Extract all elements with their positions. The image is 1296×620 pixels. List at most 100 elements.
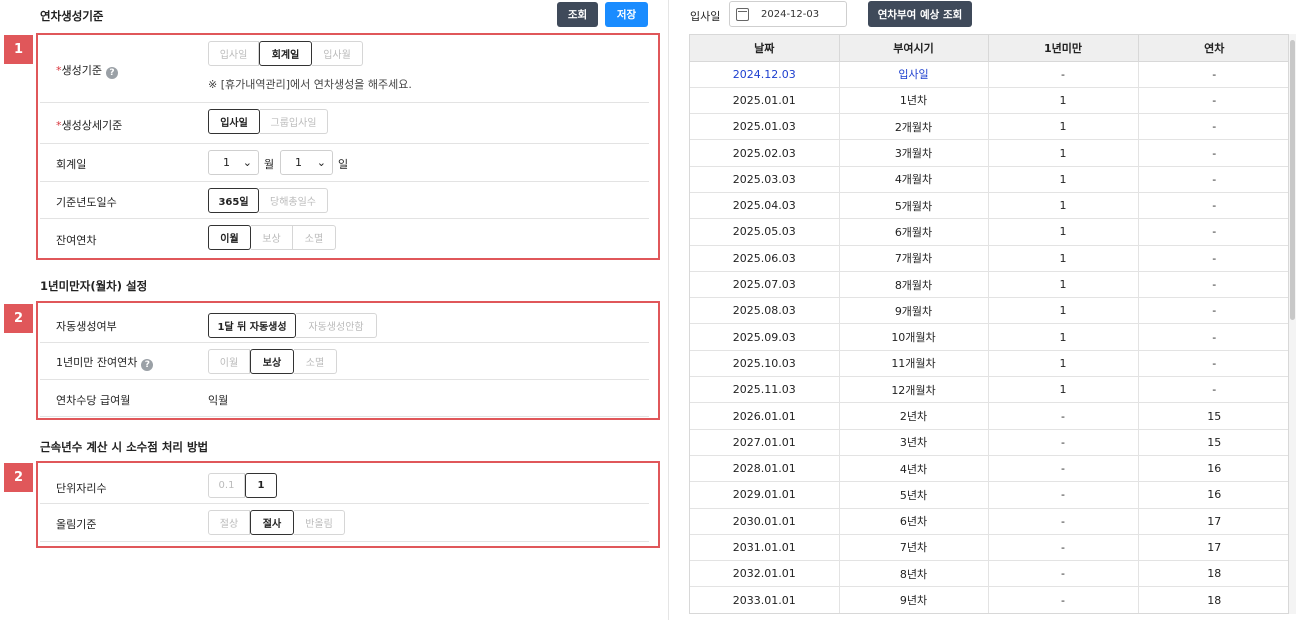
remaining-option-expire[interactable]: 소멸 xyxy=(293,225,336,250)
under-year-cell: - xyxy=(988,402,1139,430)
column-header-under-year[interactable]: 1년미만 xyxy=(988,35,1139,62)
table-row: 2028.01.01 4년차 -16 xyxy=(690,455,1288,483)
column-header-annual-leave[interactable]: 연차 xyxy=(1138,35,1288,62)
predict-leave-button[interactable]: 연차부여 예상 조회 xyxy=(868,1,972,27)
under-year-cell: - xyxy=(988,455,1139,483)
table-row: 2029.01.01 5년차 -16 xyxy=(690,481,1288,509)
table-row: 2025.01.01 1년차 1- xyxy=(690,87,1288,115)
annual-leave-cell: 18 xyxy=(1138,560,1288,588)
under-year-option-compensate[interactable]: 보상 xyxy=(250,349,294,374)
base-days-option-year-total[interactable]: 당해총일수 xyxy=(259,188,328,213)
date-cell: 2025.10.03 xyxy=(690,350,840,378)
annual-leave-cell: - xyxy=(1138,166,1288,193)
remaining-option-compensate[interactable]: 보상 xyxy=(251,225,293,250)
month-unit: 월 xyxy=(264,158,275,171)
under-year-cell: - xyxy=(988,534,1139,562)
decimal-unit-option-0-1[interactable]: 0.1 xyxy=(208,473,245,498)
under-year-option-expire[interactable]: 소멸 xyxy=(294,349,337,374)
table-row: 2025.10.03 11개월차 1- xyxy=(690,350,1288,378)
rounding-option-floor[interactable]: 절사 xyxy=(250,510,294,535)
remaining-segment: 이월 보상 소멸 xyxy=(208,225,336,250)
hire-date-value: 2024-12-03 xyxy=(761,8,820,20)
column-header-grant-period[interactable]: 부여시기 xyxy=(839,35,989,62)
rounding-label: 올림기준 xyxy=(56,518,97,531)
save-button[interactable]: 저장 xyxy=(605,2,648,27)
day-unit: 일 xyxy=(338,158,349,171)
table-row: 2030.01.01 6년차 -17 xyxy=(690,508,1288,535)
chevron-down-icon: ⌄ xyxy=(242,156,252,169)
remaining-option-carryover[interactable]: 이월 xyxy=(208,225,251,250)
under-year-cell: 1 xyxy=(988,297,1139,325)
annual-leave-cell: - xyxy=(1138,192,1288,220)
table-scrollbar[interactable] xyxy=(1289,34,1296,614)
table-row: 2025.04.03 5개월차 1- xyxy=(690,192,1288,220)
grant-period-cell: 10개월차 xyxy=(839,323,989,351)
under-year-cell: 1 xyxy=(988,376,1139,404)
under-year-cell: 1 xyxy=(988,87,1139,115)
row-base-days: 기준년도일수 365일 당해총일수 xyxy=(40,182,649,219)
date-cell: 2033.01.01 xyxy=(690,586,840,613)
step-badge-1: 1 xyxy=(4,35,33,64)
annual-leave-cell: - xyxy=(1138,218,1288,246)
column-header-date[interactable]: 날짜 xyxy=(690,35,840,62)
annual-leave-cell: - xyxy=(1138,61,1288,88)
date-cell: 2032.01.01 xyxy=(690,560,840,588)
search-button[interactable]: 조회 xyxy=(557,2,598,27)
gen-detail-option-group-hire-date[interactable]: 그룹입사일 xyxy=(260,109,328,134)
gen-basis-option-fiscal-date[interactable]: 회계일 xyxy=(259,41,312,66)
gen-basis-option-hire-month[interactable]: 입사월 xyxy=(312,41,363,66)
leave-forecast-table: 날짜 부여시기 1년미만 연차 2024.12.03 입사일 - -2025.01.0… xyxy=(689,34,1289,614)
date-cell: 2027.01.01 xyxy=(690,429,840,456)
decimal-unit-option-1[interactable]: 1 xyxy=(245,473,277,498)
table-row: 2033.01.01 9년차 -18 xyxy=(690,586,1288,613)
annual-leave-cell: 17 xyxy=(1138,534,1288,562)
table-row: 2025.11.03 12개월차 1- xyxy=(690,376,1288,404)
under-year-cell: - xyxy=(988,508,1139,535)
hire-date-input[interactable]: 2024-12-03 xyxy=(729,1,847,27)
annual-leave-cell: - xyxy=(1138,139,1288,167)
base-days-option-365[interactable]: 365일 xyxy=(208,188,259,213)
table-row: 2027.01.01 3년차 -15 xyxy=(690,429,1288,456)
annual-leave-cell: - xyxy=(1138,350,1288,378)
table-row: 2032.01.01 8년차 -18 xyxy=(690,560,1288,588)
under-year-cell: - xyxy=(988,560,1139,588)
gen-detail-option-hire-date[interactable]: 입사일 xyxy=(208,109,260,134)
fiscal-month-select[interactable]: 1 ⌄ xyxy=(208,150,259,175)
help-icon[interactable]: ? xyxy=(105,67,118,79)
annual-leave-cell: 16 xyxy=(1138,455,1288,483)
fiscal-day-select[interactable]: 1 ⌄ xyxy=(280,150,333,175)
calendar-icon[interactable] xyxy=(736,7,749,21)
table-row: 2025.01.03 2개월차 1- xyxy=(690,113,1288,141)
hire-date-label: 입사일 xyxy=(690,10,721,23)
table-header-row: 날짜 부여시기 1년미만 연차 xyxy=(690,35,1288,62)
under-year-cell: 1 xyxy=(988,271,1139,299)
auto-gen-option-after-month[interactable]: 1달 뒤 자동생성 xyxy=(208,313,296,338)
settings-panel: 연차생성기준 조회 저장 1 *생성기준? 입사일 회계일 입사월 ※ [휴가내… xyxy=(0,0,668,620)
section-title-decimal: 근속년수 계산 시 소수점 처리 방법 xyxy=(40,440,209,454)
table-row: 2025.09.03 10개월차 1- xyxy=(690,323,1288,351)
auto-gen-segment: 1달 뒤 자동생성 자동생성안함 xyxy=(208,313,377,338)
scrollbar-thumb[interactable] xyxy=(1290,40,1295,320)
decimal-box: 단위자리수 0.1 1 올림기준 절상 절사 반올림 xyxy=(36,461,660,548)
under-year-cell: - xyxy=(988,586,1139,613)
grant-period-cell: 8년차 xyxy=(839,560,989,588)
date-cell: 2024.12.03 xyxy=(690,61,840,88)
under-year-cell: 1 xyxy=(988,166,1139,193)
under-year-cell: 1 xyxy=(988,192,1139,220)
rounding-option-round[interactable]: 반올림 xyxy=(294,510,345,535)
grant-period-cell: 5개월차 xyxy=(839,192,989,220)
date-cell: 2025.06.03 xyxy=(690,245,840,272)
help-icon[interactable]: ? xyxy=(141,359,154,371)
auto-gen-label: 자동생성여부 xyxy=(56,320,117,333)
gen-basis-option-hire-date[interactable]: 입사일 xyxy=(208,41,259,66)
grant-period-cell: 9년차 xyxy=(839,586,989,613)
under-year-option-carryover[interactable]: 이월 xyxy=(208,349,250,374)
date-cell: 2025.04.03 xyxy=(690,192,840,220)
row-remaining: 잔여연차 이월 보상 소멸 xyxy=(40,219,649,258)
table-row: 2024.12.03 입사일 - - xyxy=(690,61,1288,88)
rounding-option-ceil[interactable]: 절상 xyxy=(208,510,250,535)
auto-gen-option-none[interactable]: 자동생성안함 xyxy=(296,313,377,338)
table-row: 2025.07.03 8개월차 1- xyxy=(690,271,1288,299)
row-under-year-remaining: 1년미만 잔여연차? 이월 보상 소멸 xyxy=(40,343,649,380)
allowance-month-value: 익월 xyxy=(208,394,229,407)
